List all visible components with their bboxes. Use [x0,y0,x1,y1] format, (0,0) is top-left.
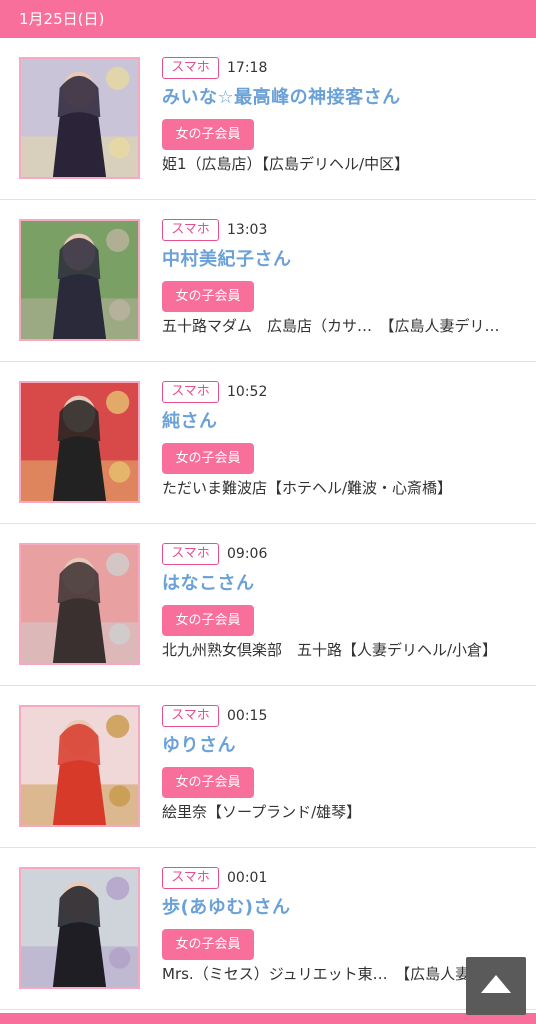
girl-name-link[interactable]: 純さん [162,409,218,435]
member-badge: 女の子会員 [162,443,254,474]
shop-info[interactable]: ただいま難波店【ホテヘル/難波・心斎橋】 [162,477,452,499]
shop-info[interactable]: 北九州熟女倶楽部 五十路【人妻デリヘル/小倉】 [162,639,497,661]
scroll-to-top-button[interactable] [466,957,526,1015]
device-badge: スマホ [162,57,219,79]
member-badge: 女の子会員 [162,929,254,960]
profile-thumbnail[interactable] [19,57,140,179]
member-badge: 女の子会員 [162,605,254,636]
member-badge: 女の子会員 [162,119,254,150]
shop-info[interactable]: 絵里奈【ソープランド/雄琴】 [162,801,361,823]
list-item[interactable]: スマホ 09:06 はなこさん 女の子会員 北九州熟女倶楽部 五十路【人妻デリヘ… [0,524,536,686]
post-time: 13:03 [227,222,268,238]
device-badge: スマホ [162,381,219,403]
shop-info[interactable]: Mrs.（ミセス）ジュリエット東… 【広島人妻デ [162,963,485,985]
profile-thumbnail[interactable] [19,219,140,341]
post-time: 17:18 [227,60,268,76]
diary-feed: スマホ 17:18 みいな☆最高峰の神接客さん 女の子会員 姫1（広島店）【広島… [0,38,536,1010]
device-badge: スマホ [162,219,219,241]
member-badge: 女の子会員 [162,281,254,312]
list-item[interactable]: スマホ 17:18 みいな☆最高峰の神接客さん 女の子会員 姫1（広島店）【広島… [0,38,536,200]
girl-name-link[interactable]: 中村美紀子さん [162,247,292,273]
triangle-up-icon [481,975,511,993]
list-item[interactable]: スマホ 00:01 歩(あゆむ)さん 女の子会員 Mrs.（ミセス）ジュリエット… [0,848,536,1010]
list-item[interactable]: スマホ 13:03 中村美紀子さん 女の子会員 五十路マダム 広島店（カサ… 【… [0,200,536,362]
list-item[interactable]: スマホ 00:15 ゆりさん 女の子会員 絵里奈【ソープランド/雄琴】 [0,686,536,848]
device-badge: スマホ [162,543,219,565]
profile-thumbnail[interactable] [19,543,140,665]
profile-thumbnail[interactable] [19,867,140,989]
girl-name-link[interactable]: みいな☆最高峰の神接客さん [162,85,401,111]
list-item[interactable]: スマホ 10:52 純さん 女の子会員 ただいま難波店【ホテヘル/難波・心斎橋】 [0,362,536,524]
post-time: 00:15 [227,708,268,724]
footer-bar [0,1013,536,1024]
girl-name-link[interactable]: 歩(あゆむ)さん [162,895,290,921]
date-header: 1月25日(日) [0,0,536,38]
member-badge: 女の子会員 [162,767,254,798]
post-time: 09:06 [227,546,268,562]
girl-name-link[interactable]: ゆりさん [162,733,236,759]
girl-name-link[interactable]: はなこさん [162,571,255,597]
profile-thumbnail[interactable] [19,705,140,827]
shop-info[interactable]: 姫1（広島店）【広島デリヘル/中区】 [162,153,409,175]
profile-thumbnail[interactable] [19,381,140,503]
post-time: 10:52 [227,384,268,400]
device-badge: スマホ [162,867,219,889]
device-badge: スマホ [162,705,219,727]
post-time: 00:01 [227,870,268,886]
shop-info[interactable]: 五十路マダム 広島店（カサ… 【広島人妻デリ… [162,315,500,337]
